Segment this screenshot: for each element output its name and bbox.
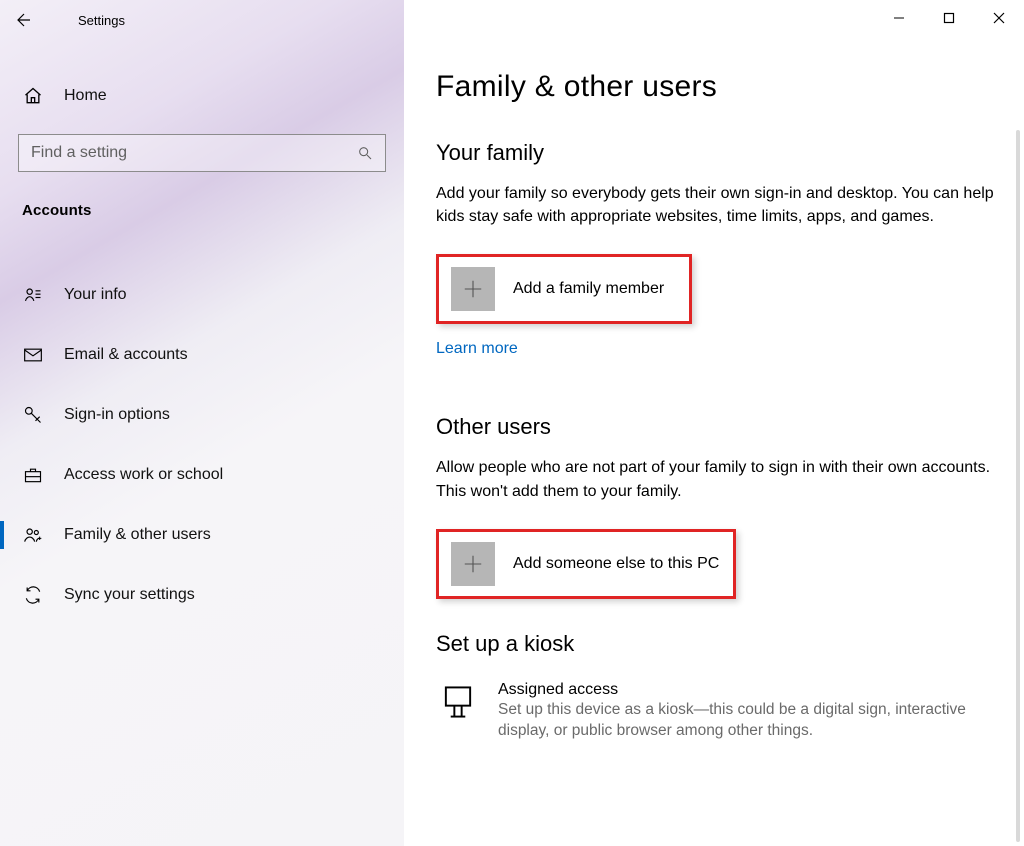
minimize-button[interactable] [874,0,924,36]
assigned-access-title: Assigned access [498,681,978,699]
sidebar-home-label: Home [44,87,107,105]
add-family-label: Add a family member [495,280,664,298]
minimize-icon [893,12,905,24]
add-other-user-label: Add someone else to this PC [495,555,719,573]
family-heading: Your family [436,140,1004,166]
sidebar-item-label: Access work or school [44,466,223,484]
sidebar-item-label: Sign-in options [44,406,170,424]
sidebar-item-label: Your info [44,286,127,304]
maximize-button[interactable] [924,0,974,36]
titlebar: Settings [0,0,1024,40]
page-title: Family & other users [436,70,1004,104]
learn-more-link[interactable]: Learn more [436,340,1004,358]
sidebar-item-label: Family & other users [44,526,211,544]
sidebar-section-label: Accounts [0,184,404,229]
plus-icon [451,267,495,311]
sidebar-item-family[interactable]: Family & other users [0,505,404,565]
person-icon [22,284,44,306]
sidebar-item-label: Email & accounts [44,346,188,364]
key-icon [22,404,44,426]
kiosk-heading: Set up a kiosk [436,631,1004,657]
sidebar-item-your-info[interactable]: Your info [0,265,404,325]
search-box[interactable] [18,134,386,172]
briefcase-icon [22,464,44,486]
other-users-desc: Allow people who are not part of your fa… [436,456,996,502]
maximize-icon [943,12,955,24]
sidebar-nav: Your info Email & accounts Sign-in optio… [0,229,404,625]
content-area: Family & other users Your family Add you… [404,0,1024,846]
sidebar: Home Accounts Your info Email & accounts [0,0,404,846]
scrollbar[interactable] [1016,130,1020,842]
sidebar-item-work-school[interactable]: Access work or school [0,445,404,505]
search-icon [357,145,373,161]
other-users-heading: Other users [436,414,1004,440]
app-title: Settings [48,13,125,28]
assigned-access-desc: Set up this device as a kiosk—this could… [498,699,978,742]
family-desc: Add your family so everybody gets their … [436,182,996,228]
sidebar-home[interactable]: Home [0,68,404,124]
search-input[interactable] [31,144,357,162]
sync-icon [22,584,44,606]
close-icon [993,12,1005,24]
settings-window: Settings Home [0,0,1024,846]
people-icon [22,524,44,546]
mail-icon [22,344,44,366]
close-button[interactable] [974,0,1024,36]
sidebar-item-label: Sync your settings [44,586,195,604]
add-other-user-button[interactable]: Add someone else to this PC [436,529,736,599]
assigned-access-item[interactable]: Assigned access Set up this device as a … [436,673,996,742]
sidebar-item-signin[interactable]: Sign-in options [0,385,404,445]
back-button[interactable] [0,0,48,40]
kiosk-icon [436,681,480,719]
add-family-member-button[interactable]: Add a family member [436,254,692,324]
sidebar-item-sync[interactable]: Sync your settings [0,565,404,625]
home-icon [22,85,44,107]
sidebar-item-email[interactable]: Email & accounts [0,325,404,385]
plus-icon [451,542,495,586]
arrow-left-icon [15,11,33,29]
